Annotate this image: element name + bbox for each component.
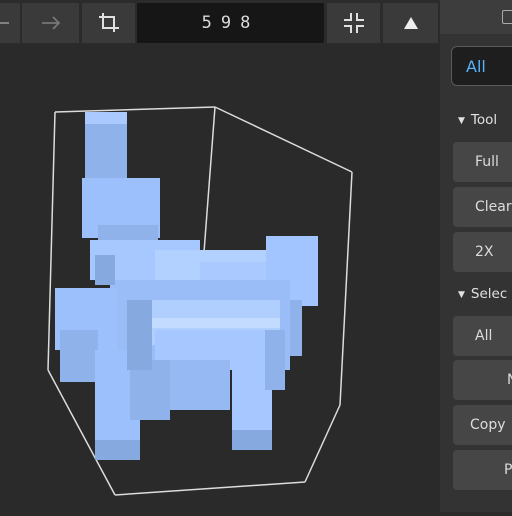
select-none-button[interactable]: N	[453, 360, 512, 400]
back-button[interactable]	[0, 3, 20, 43]
collapse-triangle-icon: ▼	[458, 116, 465, 126]
tool-section-header[interactable]: ▼ Tool	[458, 112, 497, 128]
panel-header	[440, 0, 512, 34]
2x-button[interactable]: 2X	[453, 232, 512, 272]
crop-icon	[98, 13, 119, 32]
step-counter: 598	[137, 3, 324, 43]
voxel-model	[55, 112, 318, 460]
side-panel: All ▼ Tool Full Clear 2X ▼ Selec All N Cop…	[440, 0, 512, 512]
collapse-triangle-icon: ▼	[458, 290, 465, 300]
triangle-up-icon	[403, 17, 418, 29]
collapse-button[interactable]	[327, 3, 380, 43]
section-label: Tool	[470, 112, 498, 128]
collapse-icon	[343, 13, 364, 33]
clear-button[interactable]: Clear	[453, 187, 512, 227]
up-button[interactable]	[383, 3, 438, 43]
toolbar: 598	[0, 0, 440, 44]
selection-dropdown[interactable]: All	[451, 46, 512, 86]
arrow-left-icon	[0, 22, 9, 24]
paste-button[interactable]: P	[453, 450, 512, 490]
forward-button[interactable]	[22, 3, 79, 43]
selection-section-header[interactable]: ▼ Selec	[458, 286, 507, 302]
arrow-right-icon	[41, 16, 60, 30]
crop-button[interactable]	[82, 3, 135, 43]
select-all-button[interactable]: All	[453, 316, 512, 356]
section-label: Selec	[470, 286, 508, 302]
voxel-scene	[47, 106, 353, 496]
full-button[interactable]: Full	[453, 142, 512, 182]
panel-icon[interactable]	[502, 10, 512, 24]
3d-viewport[interactable]	[0, 44, 440, 512]
copy-button[interactable]: Copy	[453, 405, 512, 445]
